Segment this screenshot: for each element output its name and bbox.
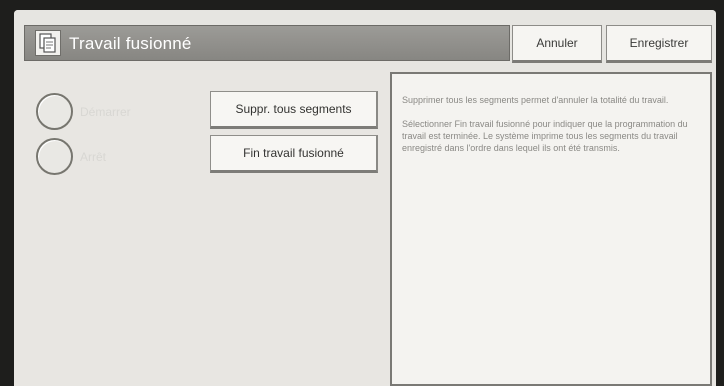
radio-start[interactable] — [36, 93, 73, 130]
header-bar: Travail fusionné Annuler Enregistrer — [14, 10, 716, 70]
radio-start-label: Démarrer — [80, 105, 131, 119]
touch-screen: Travail fusionné Annuler Enregistrer Dém… — [14, 10, 716, 386]
cancel-button[interactable]: Annuler — [512, 25, 602, 63]
radio-stop[interactable] — [36, 138, 73, 175]
title-bar: Travail fusionné — [24, 25, 510, 61]
radio-stop-label: Arrêt — [80, 150, 107, 164]
info-panel: Supprimer tous les segments permet d'ann… — [390, 72, 712, 386]
document-copy-icon — [35, 30, 61, 56]
save-button[interactable]: Enregistrer — [606, 25, 712, 63]
info-paragraph-end-job: Sélectionner Fin travail fusionné pour i… — [402, 119, 688, 153]
page-title: Travail fusionné — [69, 34, 192, 53]
info-paragraph-delete: Supprimer tous les segments permet d'ann… — [402, 95, 669, 105]
delete-all-segments-button[interactable]: Suppr. tous segments — [210, 91, 378, 129]
end-merged-job-button[interactable]: Fin travail fusionné — [210, 135, 378, 173]
